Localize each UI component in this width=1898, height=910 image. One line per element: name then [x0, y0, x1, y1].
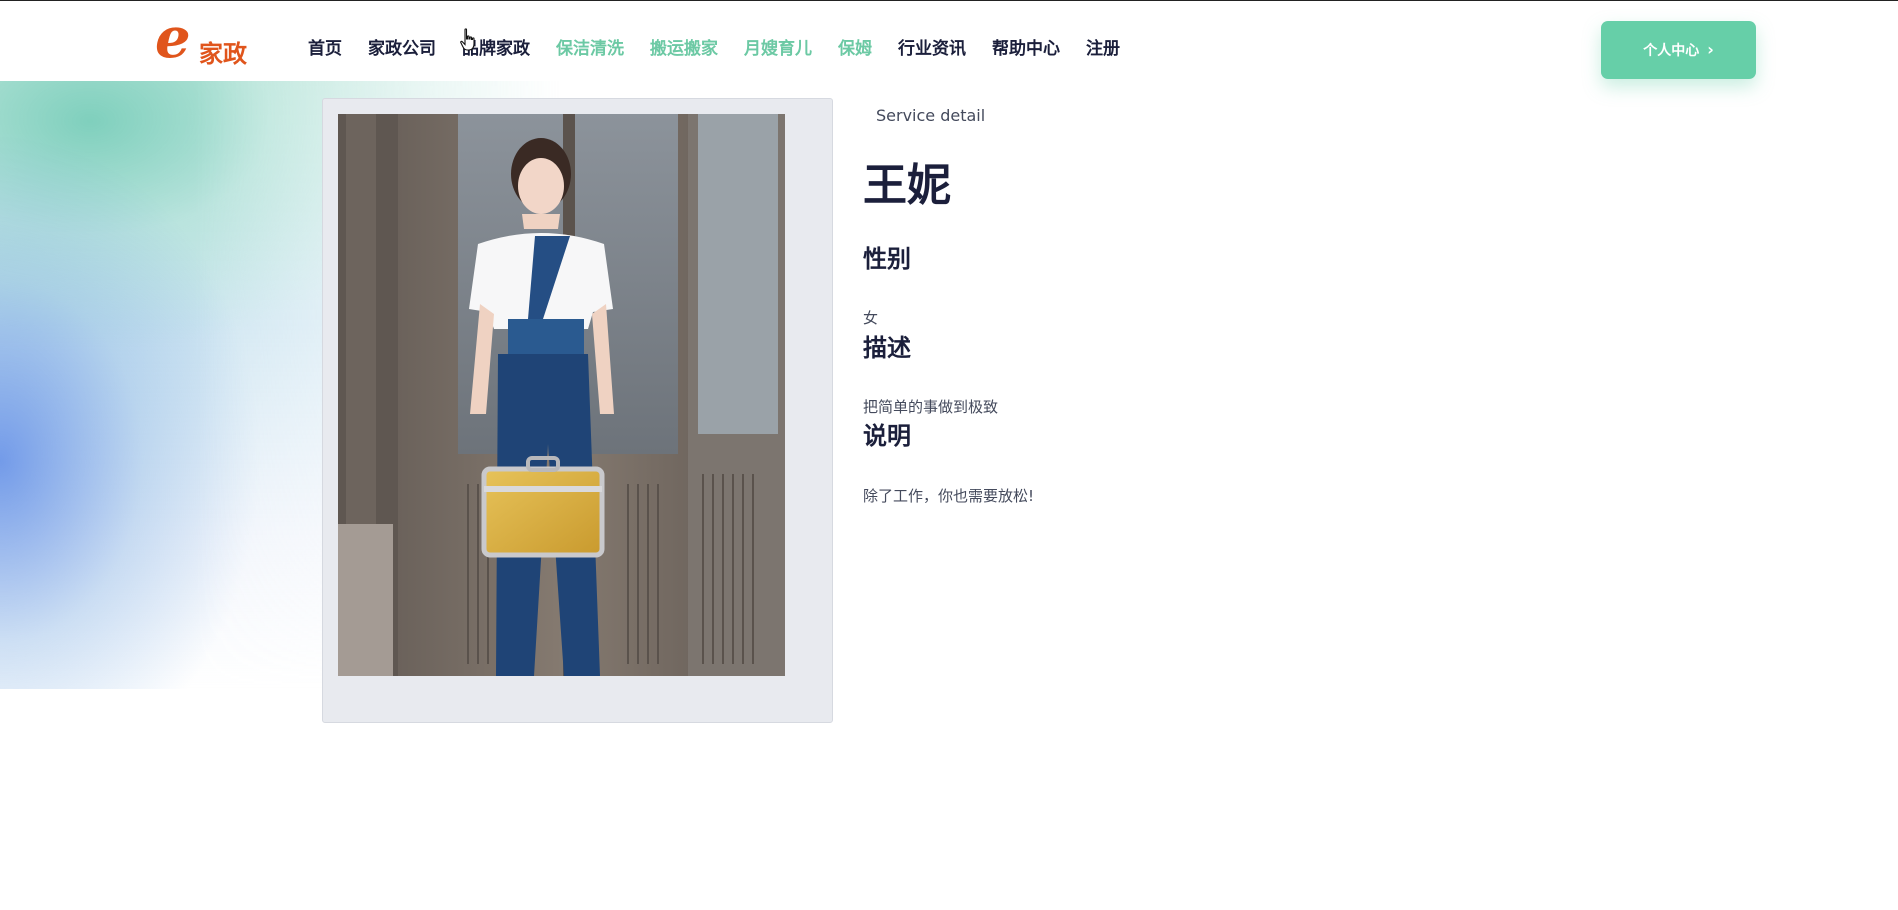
nav-item-cleaning[interactable]: 保洁清洗 [556, 38, 624, 60]
site-header: e 家政 首页 家政公司 品牌家政 保洁清洗 搬运搬家 月嫂育儿 保姆 行业资讯… [0, 1, 1898, 81]
gender-label: 性别 [863, 245, 911, 273]
hand-cursor-icon [460, 28, 475, 51]
note-label: 说明 [863, 422, 911, 450]
main-nav: 首页 家政公司 品牌家政 保洁清洗 搬运搬家 月嫂育儿 保姆 行业资讯 帮助中心… [308, 38, 1120, 60]
nav-item-help[interactable]: 帮助中心 [992, 38, 1060, 60]
personal-center-label: 个人中心 [1643, 43, 1700, 59]
personal-center-button[interactable]: 个人中心 › [1601, 21, 1756, 79]
worker-name: 王妮 [863, 160, 951, 211]
chevron-right-icon: › [1707, 40, 1714, 59]
nav-item-news[interactable]: 行业资讯 [898, 38, 966, 60]
gender-value: 女 [863, 309, 879, 327]
nav-item-childcare[interactable]: 月嫂育儿 [744, 38, 812, 60]
logo-letter: e [155, 5, 191, 71]
nav-item-home[interactable]: 首页 [308, 38, 342, 60]
nav-item-register[interactable]: 注册 [1086, 38, 1120, 60]
nav-item-moving[interactable]: 搬运搬家 [650, 38, 718, 60]
profile-image-card [322, 98, 833, 723]
description-label: 描述 [863, 334, 911, 362]
site-logo[interactable]: e 家政 [155, 10, 250, 72]
page: e 家政 首页 家政公司 品牌家政 保洁清洗 搬运搬家 月嫂育儿 保姆 行业资讯… [0, 0, 1898, 910]
nav-item-companies[interactable]: 家政公司 [368, 38, 436, 60]
section-eyebrow: Service detail [876, 106, 986, 125]
logo-text: 家政 [199, 40, 247, 68]
nav-item-nanny[interactable]: 保姆 [838, 38, 872, 60]
note-value: 除了工作，你也需要放松! [863, 487, 1035, 505]
description-value: 把简单的事做到极致 [863, 398, 999, 416]
profile-photo [338, 114, 785, 676]
